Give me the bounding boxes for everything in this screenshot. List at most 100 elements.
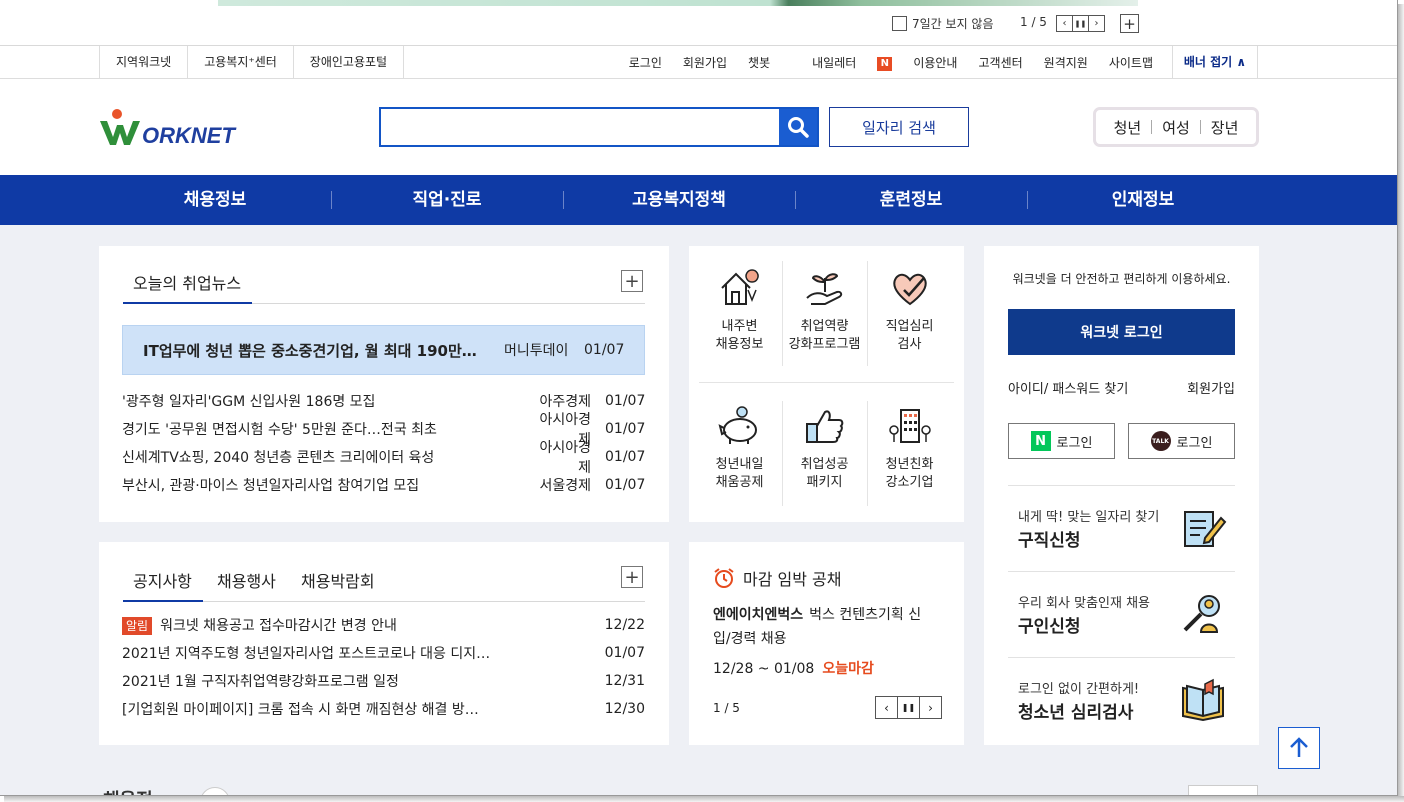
notice-item[interactable]: 2021년 지역주도형 청년일자리사업 포스트코로나 대응 디지… 01/07 <box>122 642 645 664</box>
hide-7days-checkbox[interactable] <box>892 16 907 31</box>
tab-job-fairs[interactable]: 채용박람회 <box>301 568 375 592</box>
piggy-bank-icon <box>718 406 757 444</box>
link-local-worknet[interactable]: 지역워크넷 <box>100 46 189 79</box>
nav-training[interactable]: 훈련정보 <box>795 175 1027 225</box>
link-guide[interactable]: 이용안내 <box>913 54 957 71</box>
news-source: 아시아경제 <box>539 440 591 476</box>
service-label: 내주변 <box>721 319 758 334</box>
kakao-logo-icon: TALK <box>1150 431 1171 451</box>
tab-recruit-events[interactable]: 채용행사 <box>217 568 276 592</box>
link-sitemap[interactable]: 사이트맵 <box>1109 54 1153 71</box>
arrow-up-icon <box>1290 737 1308 757</box>
tab-notice[interactable]: 공지사항 <box>133 568 192 592</box>
service-youth-friendly-company[interactable]: 청년친화 강소기업 <box>867 406 952 492</box>
letter-label: 내일레터 <box>812 56 857 70</box>
nav-talent[interactable]: 인재정보 <box>1027 175 1259 225</box>
service-youth-savings[interactable]: 청년내일 채움공제 <box>697 406 782 492</box>
quick-recruiting[interactable]: 우리 회사 맞춤인재 채용 구인신청 <box>1008 571 1235 657</box>
banner-fold-button[interactable]: 배너 접기 ∧ <box>1172 46 1258 79</box>
deadline-panel: 마감 임박 공채 엔에이치엔벅스 벅스 컨텐츠기획 신입/경력 채용 12/28 … <box>689 542 964 745</box>
login-intro: 워크넷을 더 안전하고 편리하게 이용하세요. <box>1012 272 1231 286</box>
scroll-to-top-button[interactable] <box>1278 727 1320 769</box>
application-form-icon <box>1184 511 1227 547</box>
news-title: 경기도 '공무원 면접시험 수당' 5만원 준다…전국 최초 <box>122 422 437 438</box>
deadline-pause-button[interactable]: ❚❚ <box>897 696 920 719</box>
job-search-button[interactable]: 일자리 검색 <box>829 107 969 147</box>
kakao-login-button[interactable]: TALK 로그인 <box>1128 423 1235 459</box>
deadline-page-indicator: 1 / 5 <box>713 701 740 715</box>
service-label: 청년내일 <box>715 457 764 472</box>
nav-career[interactable]: 직업·진로 <box>331 175 563 225</box>
target-youth[interactable]: 청년 <box>1114 117 1142 138</box>
news-title: '광주형 일자리'GGM 신입사원 186명 모집 <box>122 394 376 410</box>
nav-welfare-policy[interactable]: 고용복지정책 <box>563 175 795 225</box>
service-capacity-program[interactable]: 취업역량 강화프로그램 <box>782 268 867 354</box>
search-input[interactable] <box>381 109 779 145</box>
link-welfare-center[interactable]: 고용복지⁺센터 <box>188 46 294 79</box>
deadline-next-button[interactable]: › <box>919 696 942 719</box>
naver-login-button[interactable]: N 로그인 <box>1008 423 1115 459</box>
service-psychological-test[interactable]: 직업심리 검사 <box>867 268 952 354</box>
worknet-login-button[interactable]: 워크넷 로그인 <box>1008 309 1235 355</box>
banner-page-indicator: 1 / 5 <box>1020 15 1047 29</box>
quick-main: 구직신청 <box>1018 531 1081 551</box>
deadline-title-text: 마감 임박 공채 <box>743 570 842 589</box>
news-more-button[interactable]: + <box>621 270 643 292</box>
search-button[interactable] <box>779 109 817 145</box>
link-login[interactable]: 로그인 <box>629 54 662 71</box>
quick-main: 구인신청 <box>1018 617 1081 637</box>
deadline-company: 엔에이치엔벅스 <box>713 607 804 623</box>
services-panel: 내주변 채용정보 취업역량 강화프로그램 직업심리 검사 청년내일 채움공제 취… <box>689 246 964 522</box>
service-label: 패키지 <box>806 475 843 490</box>
deadline-prev-button[interactable]: ‹ <box>875 696 898 719</box>
banner-image[interactable] <box>218 0 1138 6</box>
browser-viewport: 7일간 보지 않음 1 / 5 ‹ ❚❚ › + 지역워크넷 고용복지⁺센터 장… <box>0 0 1398 796</box>
news-item[interactable]: 부산시, 관광·마이스 청년일자리사업 참여기업 모집 서울경제 01/07 <box>122 474 645 496</box>
service-nearby-jobs[interactable]: 내주변 채용정보 <box>697 268 782 354</box>
target-senior[interactable]: 장년 <box>1211 117 1239 138</box>
link-signup[interactable]: 회원가입 <box>683 54 727 71</box>
quick-job-seeking[interactable]: 내게 딱! 맞는 일자리 찾기 구직신청 <box>1008 485 1235 571</box>
hide-7days[interactable]: 7일간 보지 않음 <box>892 15 994 32</box>
link-letter[interactable]: 내일레터 N <box>791 54 893 71</box>
hide-7days-label: 7일간 보지 않음 <box>912 17 994 31</box>
utility-links: 로그인 회원가입 챗봇 내일레터 N 이용안내 고객센터 원격지원 사이트맵 <box>608 46 1153 79</box>
quick-youth-test[interactable]: 로그인 없이 간편하게! 청소년 심리검사 <box>1008 657 1235 743</box>
link-disabled-portal[interactable]: 장애인고용포털 <box>294 46 405 79</box>
banner-next-button[interactable]: › <box>1088 15 1105 32</box>
service-label: 강소기업 <box>885 475 934 490</box>
nav-recruitment[interactable]: 채용정보 <box>99 175 331 225</box>
banner-pause-button[interactable]: ❚❚ <box>1072 15 1089 32</box>
link-remote-support[interactable]: 원격지원 <box>1044 54 1088 71</box>
tab-employment-news[interactable]: 오늘의 취업뉴스 <box>133 270 241 294</box>
banner-add-button[interactable]: + <box>1120 14 1139 33</box>
deadline-job-link[interactable]: 엔에이치엔벅스 벅스 컨텐츠기획 신입/경력 채용 <box>713 603 938 651</box>
search-box <box>379 107 819 147</box>
service-label: 취업역량 <box>800 319 849 334</box>
help-icon[interactable] <box>200 787 230 795</box>
notice-date: 12/22 <box>604 617 645 633</box>
recruitment-section-title: 채용정 <box>103 786 153 795</box>
headline-news[interactable]: IT업무에 청년 뽑은 중소중견기업, 월 최대 190만… 머니투데이 01/… <box>122 325 645 375</box>
worknet-logo[interactable]: ORKNET <box>98 105 258 149</box>
link-chatbot[interactable]: 챗봇 <box>748 54 770 71</box>
service-label: 강화프로그램 <box>788 337 861 352</box>
link-customer-center[interactable]: 고객센터 <box>978 54 1022 71</box>
section-controls[interactable] <box>1188 785 1258 795</box>
notice-item[interactable]: [기업회원 마이페이지] 크롬 접속 시 화면 깨짐현상 해결 방… 12/30 <box>122 698 645 720</box>
news-title: 부산시, 관광·마이스 청년일자리사업 참여기업 모집 <box>122 478 420 494</box>
target-women[interactable]: 여성 <box>1162 117 1190 138</box>
service-success-package[interactable]: 취업성공 패키지 <box>782 406 867 492</box>
quick-sub: 우리 회사 맞춤인재 채용 <box>1018 596 1150 611</box>
join-link[interactable]: 회원가입 <box>1187 378 1235 397</box>
notice-more-button[interactable]: + <box>621 566 643 588</box>
notice-item[interactable]: 2021년 1월 구직자취업역량강화프로그램 일정 12/31 <box>122 670 645 692</box>
find-account-link[interactable]: 아이디/ 패스워드 찾기 <box>1008 378 1128 397</box>
service-label: 채움공제 <box>715 475 764 490</box>
service-label: 취업성공 <box>800 457 849 472</box>
notice-title: [기업회원 마이페이지] 크롬 접속 시 화면 깨짐현상 해결 방… <box>122 702 479 718</box>
news-item[interactable]: 신세계TV쇼핑, 2040 청년층 콘텐츠 크리에이터 육성 아시아경제 01/… <box>122 440 645 476</box>
service-label: 채용정보 <box>715 337 764 352</box>
notice-item[interactable]: 알림 워크넷 채용공고 접수마감시간 변경 안내 12/22 <box>122 614 645 636</box>
banner-prev-button[interactable]: ‹ <box>1056 15 1073 32</box>
